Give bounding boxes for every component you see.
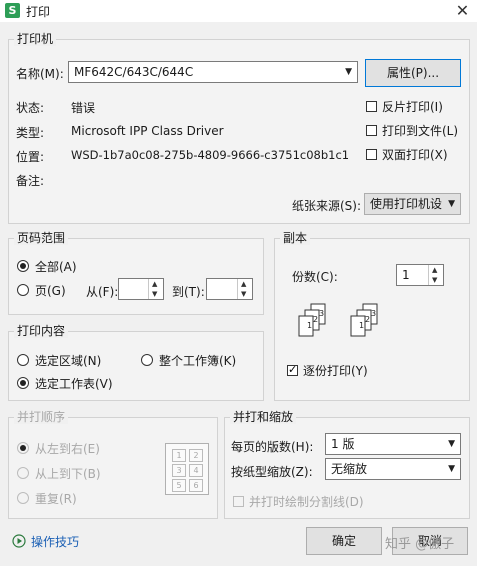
reverse-print-label: 反片打印(I) xyxy=(382,100,443,114)
tips-link[interactable]: 操作技巧 xyxy=(31,533,79,550)
spinner-arrows[interactable]: ▲ ▼ xyxy=(237,279,252,299)
print-to-file-checkbox[interactable] xyxy=(366,125,377,136)
collate-label: 逐份打印(Y) xyxy=(303,364,368,378)
print-content-title: 打印内容 xyxy=(14,324,69,338)
order-grid-cell: 1 xyxy=(172,449,186,462)
play-circle-icon[interactable] xyxy=(12,534,26,548)
draw-lines-label: 并打时绘制分割线(D) xyxy=(249,495,364,509)
svg-text:3: 3 xyxy=(371,309,376,318)
copies-count-spinner[interactable]: 1 ▲ ▼ xyxy=(396,264,444,286)
location-label: 位置: xyxy=(16,150,45,164)
selected-sheet-radio[interactable] xyxy=(17,377,29,389)
order-grid-cell: 4 xyxy=(189,464,203,477)
printer-group-title: 打印机 xyxy=(14,32,57,46)
order-grid-cell: 5 xyxy=(172,479,186,492)
repeat-label: 重复(R) xyxy=(35,492,77,506)
duplex-label: 双面打印(X) xyxy=(382,148,448,162)
printer-name-label: 名称(M): xyxy=(16,67,64,81)
status-label: 状态: xyxy=(16,101,45,115)
location-value: WSD-1b7a0c08-275b-4809-9666-c3751c08b1c1 xyxy=(71,148,350,162)
order-grid-cell: 3 xyxy=(172,464,186,477)
pages-per-sheet-select[interactable]: 1 版 ▼ xyxy=(325,433,461,455)
pages-per-sheet-value: 1 版 xyxy=(331,437,355,451)
page-range-group xyxy=(8,238,264,315)
copies-count-label: 份数(C): xyxy=(292,270,338,284)
scale-to-paper-label: 按纸型缩放(Z): xyxy=(231,465,313,479)
title-bar xyxy=(0,0,477,22)
chevron-down-icon: ▼ xyxy=(448,199,455,209)
left-to-right-radio[interactable] xyxy=(17,442,29,454)
from-label: 从(F): xyxy=(86,285,119,299)
watermark: 知乎 @傲子 xyxy=(385,537,455,552)
window-title: 打印 xyxy=(26,5,51,19)
svg-text:1: 1 xyxy=(307,321,312,330)
print-to-file-label: 打印到文件(L) xyxy=(382,124,459,138)
page-range-pages-label: 页(G) xyxy=(35,284,66,298)
selection-label: 选定区域(N) xyxy=(35,354,102,368)
type-value: Microsoft IPP Class Driver xyxy=(71,124,224,138)
svg-text:1: 1 xyxy=(359,321,364,330)
comment-label: 备注: xyxy=(16,174,45,188)
from-page-spinner[interactable]: ▲ ▼ xyxy=(118,278,164,300)
pages-per-sheet-label: 每页的版数(H): xyxy=(231,440,314,454)
page-range-title: 页码范围 xyxy=(14,231,69,245)
copies-title: 副本 xyxy=(280,231,311,245)
scale-to-paper-value: 无缩放 xyxy=(331,462,368,476)
to-label: 到(T): xyxy=(172,285,205,299)
left-to-right-label: 从左到右(E) xyxy=(35,442,100,456)
app-logo-icon: S xyxy=(5,3,20,18)
printer-name-select[interactable]: MF642C/643C/644C ▼ xyxy=(68,61,358,83)
ok-button[interactable]: 确定 xyxy=(306,527,382,555)
type-label: 类型: xyxy=(16,126,45,140)
close-icon[interactable]: ✕ xyxy=(448,0,477,22)
order-grid-cell: 6 xyxy=(189,479,203,492)
draw-lines-checkbox[interactable] xyxy=(233,496,244,507)
whole-workbook-label: 整个工作簿(K) xyxy=(159,354,237,368)
printer-name-value: MF642C/643C/644C xyxy=(74,65,194,79)
properties-button[interactable]: 属性(P)... xyxy=(365,59,461,87)
chevron-down-icon: ▼ xyxy=(448,464,455,474)
spinner-arrows[interactable]: ▲ ▼ xyxy=(148,279,163,299)
order-grid-cell: 2 xyxy=(189,449,203,462)
page-range-all-label: 全部(A) xyxy=(35,260,77,274)
repeat-radio[interactable] xyxy=(17,492,29,504)
paper-source-select[interactable]: 使用打印机设 ▼ xyxy=(364,193,461,215)
status-value: 错误 xyxy=(71,101,96,115)
page-range-all-radio[interactable] xyxy=(17,260,29,272)
selected-sheet-label: 选定工作表(V) xyxy=(35,377,113,391)
chevron-down-icon: ▼ xyxy=(448,439,455,449)
print-order-title: 并打顺序 xyxy=(14,410,69,424)
paper-source-label: 纸张来源(S): xyxy=(292,199,362,213)
to-page-spinner[interactable]: ▲ ▼ xyxy=(206,278,253,300)
chevron-down-icon: ▼ xyxy=(345,67,352,77)
collate-checkbox[interactable] xyxy=(287,363,298,376)
selection-radio[interactable] xyxy=(17,354,29,366)
reverse-print-checkbox[interactable] xyxy=(366,101,377,112)
top-to-bottom-label: 从上到下(B) xyxy=(35,467,101,481)
svg-text:2: 2 xyxy=(365,315,370,324)
collate-illustration: 3 2 1 3 2 1 xyxy=(298,303,378,337)
order-grid-illustration: 1 2 3 4 5 6 xyxy=(165,443,209,495)
spinner-arrows[interactable]: ▲ ▼ xyxy=(428,265,443,285)
scale-group-title: 并打和缩放 xyxy=(230,410,297,424)
scale-to-paper-select[interactable]: 无缩放 ▼ xyxy=(325,458,461,480)
paper-source-value: 使用打印机设 xyxy=(370,197,443,211)
svg-text:3: 3 xyxy=(319,309,324,318)
duplex-checkbox[interactable] xyxy=(366,149,377,160)
page-range-pages-radio[interactable] xyxy=(17,284,29,296)
copies-count-value: 1 xyxy=(402,268,410,282)
top-to-bottom-radio[interactable] xyxy=(17,467,29,479)
whole-workbook-radio[interactable] xyxy=(141,354,153,366)
svg-text:2: 2 xyxy=(313,315,318,324)
